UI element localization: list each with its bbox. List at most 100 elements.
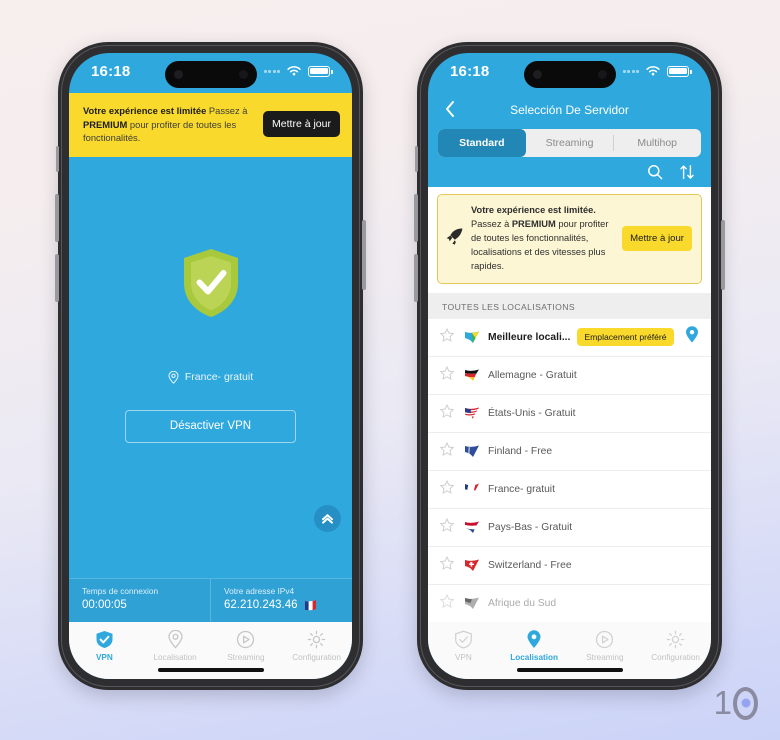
list-item-france[interactable]: France- gratuit	[428, 471, 711, 509]
segmented-control: Standard Streaming Multihop	[438, 129, 701, 157]
front-camera-icon	[173, 70, 183, 79]
scroll-up-button[interactable]	[314, 505, 341, 532]
section-header-all-locations: TOUTES LES LOCALISATIONS	[428, 292, 711, 319]
list-item-switzerland[interactable]: Switzerland - Free	[428, 547, 711, 585]
preferred-location-badge: Emplacement préféré	[577, 328, 674, 347]
tab-streaming-right[interactable]: Streaming	[570, 630, 641, 662]
play-circle-icon	[595, 630, 614, 649]
search-icon	[648, 165, 663, 180]
tab-standard[interactable]: Standard	[438, 129, 526, 157]
nav-bar-right: Selección De Servidor	[428, 93, 711, 127]
tab-label: Configuration	[292, 653, 341, 662]
premium-banner-bold-2: PREMIUM	[511, 218, 556, 229]
segmented-control-wrap: Standard Streaming Multihop	[428, 127, 711, 157]
favorite-star-icon[interactable]	[439, 593, 460, 613]
list-item-south-africa[interactable]: Afrique du Sud	[428, 585, 711, 622]
phone-left: 16:18 Votre expérience est limitée Passe…	[55, 42, 366, 690]
tab-streaming[interactable]: Streaming	[526, 129, 614, 157]
location-list: Meilleure locali... Emplacement préféré	[428, 318, 711, 622]
location-name: Switzerland - Free	[488, 559, 572, 571]
shield-check-icon	[180, 247, 242, 319]
premium-banner-right: Votre expérience est limitée. Passez à PR…	[437, 194, 702, 284]
volume-down-button[interactable]	[55, 254, 59, 302]
list-item-germany[interactable]: Allemagne - Gratuit	[428, 357, 711, 395]
list-item-best-location[interactable]: Meilleure locali... Emplacement préféré	[428, 319, 711, 357]
premium-banner-right-wrap: Votre expérience est limitée. Passez à PR…	[428, 187, 711, 293]
location-name: Allemagne - Gratuit	[488, 369, 577, 381]
volume-up-button[interactable]	[55, 194, 59, 242]
signal-icon	[622, 69, 639, 73]
map-pin-outline-icon	[168, 370, 179, 384]
premium-banner-left: Votre expérience est limitée Passez à PR…	[69, 93, 352, 157]
tab-localisation-right[interactable]: Localisation	[499, 630, 570, 662]
tab-label: VPN	[95, 653, 113, 662]
favorite-star-icon[interactable]	[439, 441, 460, 461]
silent-switch[interactable]	[415, 146, 418, 172]
selected-location-pin-icon	[685, 326, 699, 348]
face-id-sensor-icon	[597, 70, 607, 79]
current-location-label: France- gratuit	[184, 371, 254, 384]
search-button[interactable]	[647, 164, 663, 180]
tab-label: Localisation	[510, 653, 559, 662]
current-location: France- gratuit	[168, 370, 254, 384]
list-item-usa[interactable]: États-Unis - Gratuit	[428, 395, 711, 433]
favorite-star-icon[interactable]	[439, 403, 460, 423]
chevron-left-icon	[446, 100, 454, 117]
signal-icon	[263, 69, 280, 73]
tab-label: Configuration	[651, 653, 700, 662]
connection-time-label: Temps de connexion	[82, 586, 159, 596]
tab-streaming-left[interactable]: Streaming	[211, 630, 282, 662]
face-id-sensor-icon	[238, 70, 248, 79]
watermark-dot	[741, 698, 750, 708]
premium-banner-bold-1: Votre expérience est limitée	[83, 105, 207, 116]
home-indicator[interactable]	[516, 668, 623, 672]
shield-check-icon	[95, 630, 114, 649]
upgrade-button-right[interactable]: Mettre à jour	[622, 226, 692, 252]
tab-configuration-right[interactable]: Configuration	[640, 630, 711, 662]
volume-down-button[interactable]	[414, 254, 418, 302]
premium-banner-mid: Passez à	[471, 218, 512, 229]
battery-icon	[667, 65, 692, 77]
tab-label: VPN	[454, 653, 472, 662]
gear-icon	[666, 630, 685, 649]
power-button[interactable]	[721, 220, 725, 290]
map-pin-icon	[167, 630, 184, 649]
tab-localisation-left[interactable]: Localisation	[140, 630, 211, 662]
upgrade-button-left[interactable]: Mettre à jour	[263, 111, 340, 138]
dynamic-island	[523, 61, 616, 88]
back-button[interactable]	[444, 100, 456, 121]
favorite-star-icon[interactable]	[439, 517, 460, 537]
sort-button[interactable]	[679, 164, 695, 180]
home-indicator[interactable]	[157, 668, 264, 672]
favorite-star-icon[interactable]	[439, 365, 460, 385]
tab-vpn-left[interactable]: VPN	[69, 630, 140, 662]
favorite-star-icon[interactable]	[439, 479, 460, 499]
best-flag-icon	[460, 331, 484, 344]
gear-icon	[307, 630, 326, 649]
status-time: 16:18	[91, 62, 131, 80]
list-item-finland[interactable]: Finland - Free	[428, 433, 711, 471]
location-name: Afrique du Sud	[488, 597, 557, 609]
power-button[interactable]	[362, 220, 366, 290]
wifi-icon	[646, 66, 660, 76]
tab-label: Streaming	[586, 653, 624, 662]
favorite-star-icon[interactable]	[439, 327, 460, 347]
location-name: Finland - Free	[488, 445, 553, 457]
volume-up-button[interactable]	[414, 194, 418, 242]
silent-switch[interactable]	[56, 146, 59, 172]
list-item-netherlands[interactable]: Pays-Bas - Gratuit	[428, 509, 711, 547]
tab-configuration-left[interactable]: Configuration	[281, 630, 352, 662]
phone-left-screen: 16:18 Votre expérience est limitée Passe…	[69, 53, 352, 679]
connection-time-value: 00:00:05	[82, 599, 127, 611]
disconnect-vpn-button[interactable]: Désactiver VPN	[125, 409, 296, 443]
tab-multihop[interactable]: Multihop	[613, 129, 701, 157]
chevron-double-up-icon	[322, 514, 333, 524]
battery-icon	[308, 65, 333, 77]
premium-banner-text: Votre expérience est limitée. Passez à PR…	[471, 204, 615, 274]
watermark-logo: 1	[714, 684, 758, 722]
premium-banner-mid: Passez à	[206, 105, 248, 116]
favorite-star-icon[interactable]	[439, 555, 460, 575]
page-title: Selección De Servidor	[510, 103, 629, 117]
finland-flag-icon	[460, 445, 484, 458]
tab-vpn-right[interactable]: VPN	[428, 630, 499, 662]
